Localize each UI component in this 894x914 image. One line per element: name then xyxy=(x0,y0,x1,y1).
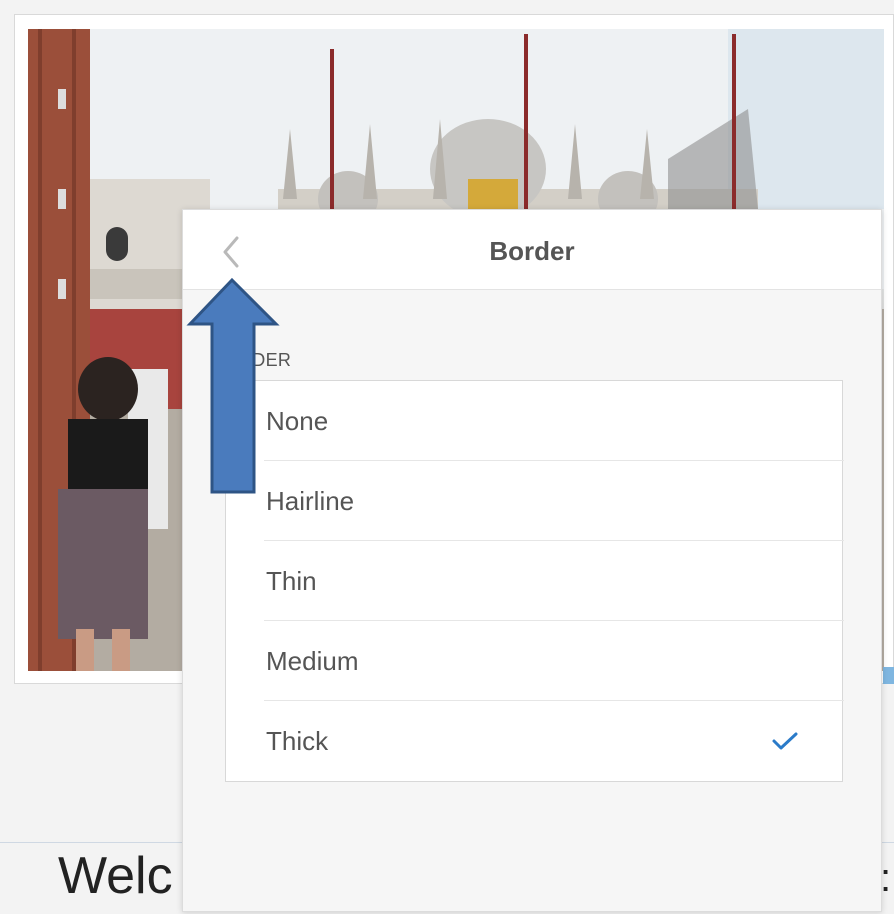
option-hairline[interactable]: Hairline xyxy=(264,461,844,541)
option-none[interactable]: None xyxy=(264,381,844,461)
option-thin[interactable]: Thin xyxy=(264,541,844,621)
document-heading: Welc xyxy=(58,847,173,905)
option-label: Medium xyxy=(266,646,359,676)
border-settings-panel: Border RDER None Hairline Thin Medium Th… xyxy=(182,209,882,912)
image-selection-edge xyxy=(883,667,894,684)
annotation-arrow-icon xyxy=(186,277,280,494)
panel-header: Border xyxy=(183,210,881,290)
option-medium[interactable]: Medium xyxy=(264,621,844,701)
border-options-list: None Hairline Thin Medium Thick xyxy=(225,380,844,782)
panel-title: Border xyxy=(489,236,575,266)
back-button[interactable] xyxy=(213,232,253,272)
option-thick[interactable]: Thick xyxy=(264,701,844,781)
option-label: Thin xyxy=(266,566,317,596)
checkmark-icon xyxy=(772,732,798,750)
option-label: Thick xyxy=(266,726,329,756)
chevron-left-icon xyxy=(223,236,239,268)
